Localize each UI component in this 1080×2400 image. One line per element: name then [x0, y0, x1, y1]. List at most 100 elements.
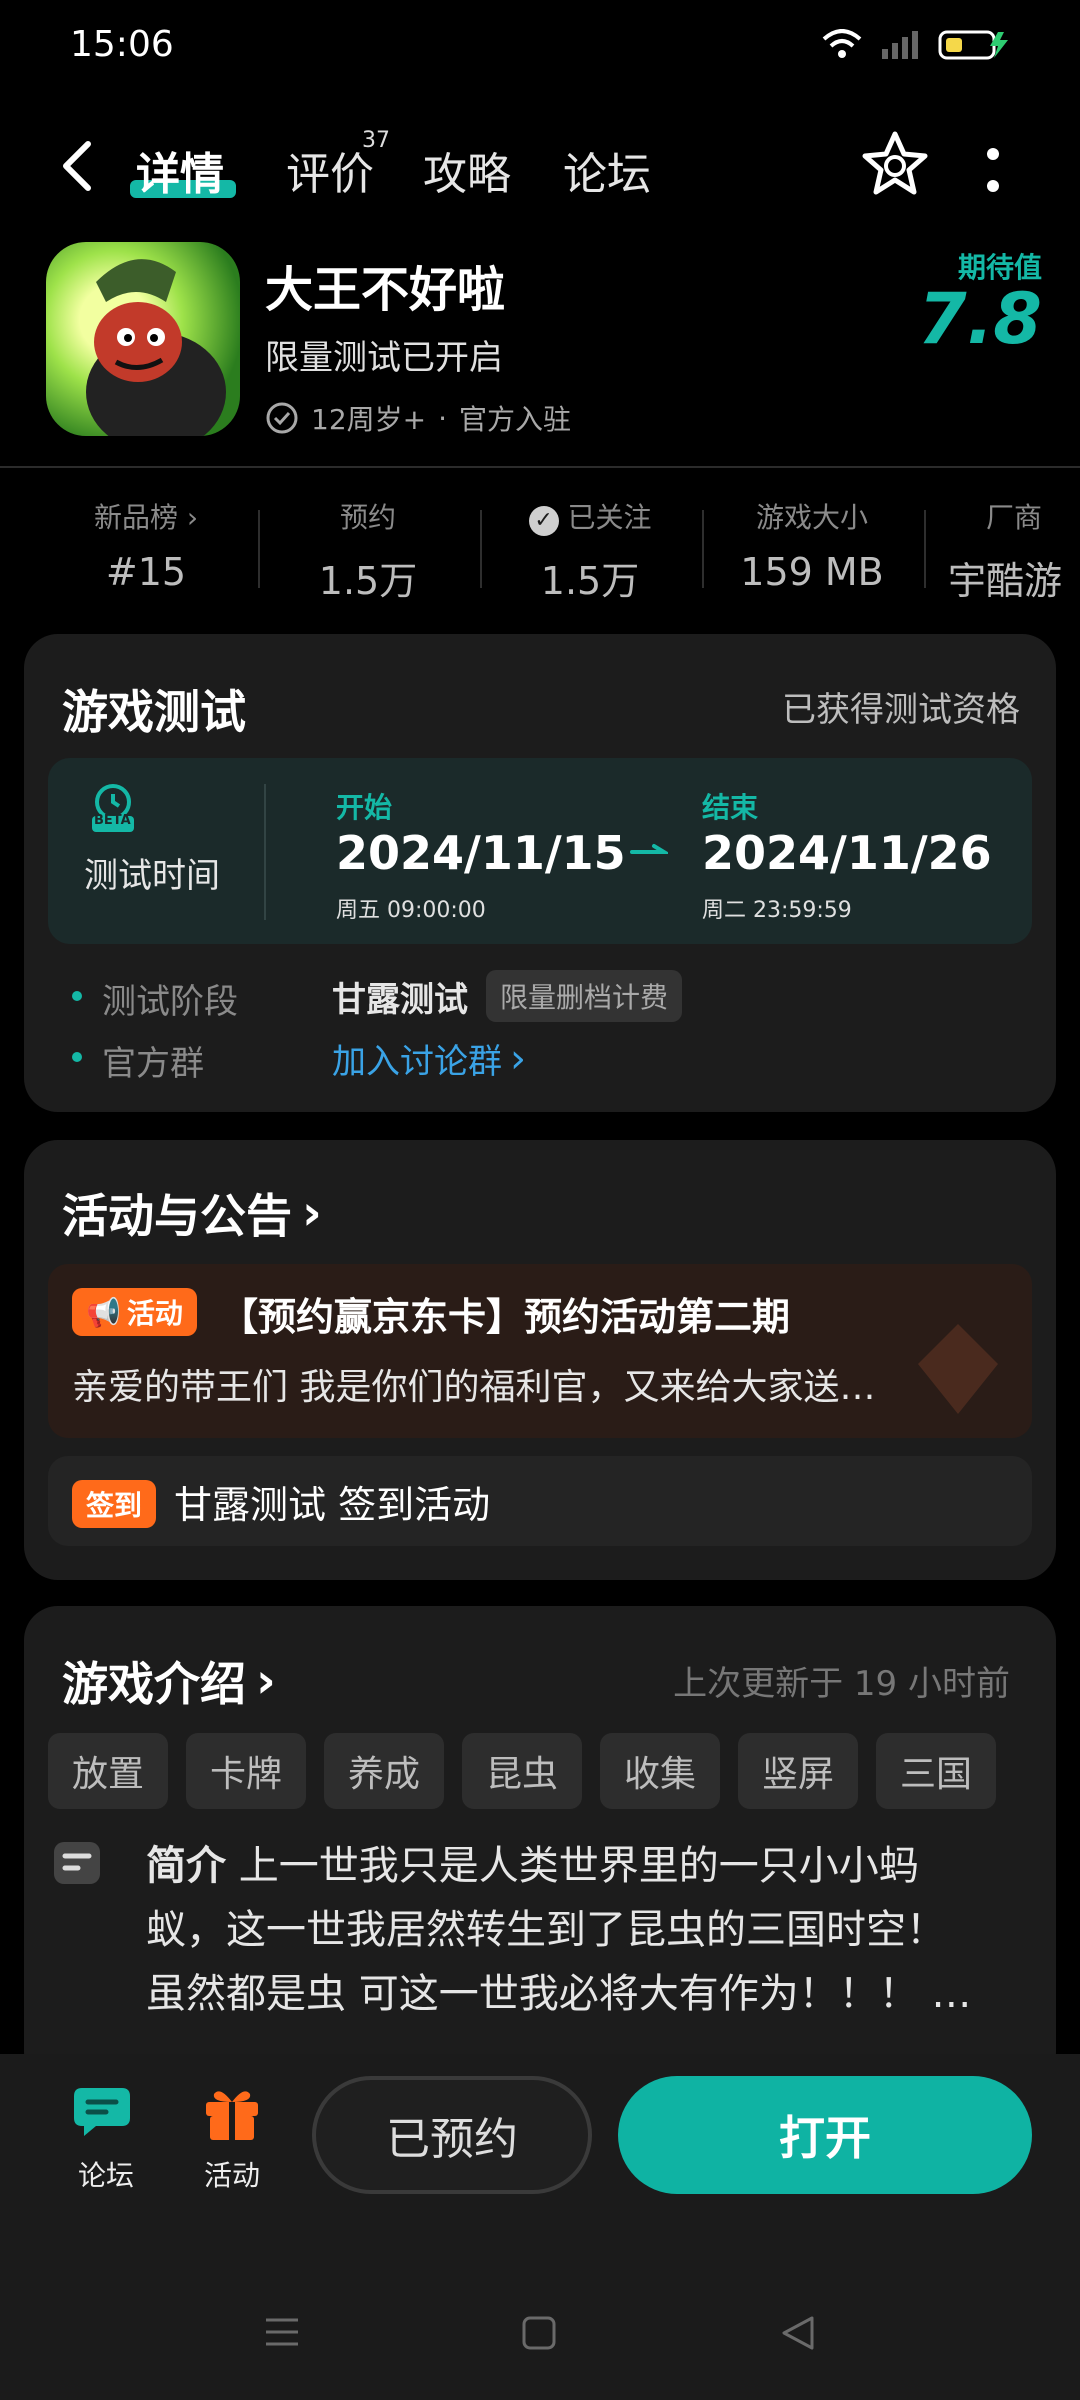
chevron-right-icon: ›	[186, 501, 199, 534]
activity-button[interactable]: 活动	[190, 2084, 274, 2194]
more-icon[interactable]	[985, 146, 1001, 196]
tab-guides[interactable]: 攻略	[423, 138, 511, 202]
signal-icon	[882, 31, 918, 59]
start-label: 开始	[336, 791, 393, 824]
expect-value: 7.8	[917, 278, 1042, 360]
divider	[0, 466, 1080, 468]
stat-game-size: 游戏大小 159 MB	[702, 496, 922, 594]
test-time-label: 测试时间	[84, 856, 220, 896]
chevron-right-icon: ›	[302, 1185, 322, 1241]
stat-value: 1.5万	[540, 559, 640, 603]
forum-button[interactable]: 论坛	[64, 2084, 148, 2194]
stat-label: 预约	[339, 501, 396, 534]
intro-doc-icon	[54, 1842, 100, 1884]
activity-tag-label: 活动	[126, 1297, 183, 1330]
forum-label: 论坛	[77, 2159, 134, 2192]
stat-value: #15	[105, 550, 187, 594]
stat-value: 159 MB	[740, 550, 884, 594]
genre-tag[interactable]: 卡牌	[186, 1733, 306, 1809]
end-date: 2024/11/26	[702, 826, 992, 880]
beta-badge: BETA	[94, 813, 131, 828]
stat-value: 宇酷游	[948, 559, 1063, 603]
check-circle-icon	[266, 402, 298, 434]
bullet-dot	[72, 991, 82, 1001]
stage-value: 甘露测试	[332, 980, 468, 1020]
app-icon	[46, 242, 240, 436]
tab-reviews[interactable]: 评价	[286, 138, 374, 202]
stage-tag: 限量删档计费	[486, 970, 683, 1022]
last-updated: 上次更新于 19 小时前	[673, 1664, 1010, 1704]
age-rating: 12周岁+	[311, 403, 427, 436]
star-favorite-icon[interactable]	[862, 130, 928, 196]
stage-label: 测试阶段	[102, 982, 238, 1022]
stat-separator	[924, 510, 926, 588]
intro-line: 蚁，这一世我居然转生到了昆虫的三国时空！	[146, 1907, 946, 1953]
join-group-text: 加入讨论群	[332, 1042, 502, 1082]
activity-tag: 📢 活动	[72, 1288, 197, 1336]
intro-card-title: 游戏介绍	[62, 1657, 246, 1711]
heart-check-icon: ✓	[528, 506, 559, 536]
status-time: 15:06	[70, 24, 174, 65]
intro-line: 上一世我只是人类世界里的一只小小蚂	[238, 1843, 919, 1889]
gift-icon	[206, 2091, 258, 2140]
chevron-right-icon: ›	[510, 1035, 526, 1082]
back-icon[interactable]	[58, 138, 98, 194]
test-card-title: 游戏测试	[62, 685, 246, 739]
start-detail: 周五 09:00:00	[336, 898, 486, 923]
chevron-right-icon: ›	[256, 1653, 276, 1709]
app-subtitle: 限量测试已开启	[265, 338, 503, 378]
wifi-icon	[822, 29, 862, 58]
menu-icon[interactable]	[262, 2314, 302, 2350]
signin-tag: 签到	[72, 1480, 157, 1528]
qualified-status: 已获得测试资格	[782, 690, 1020, 730]
stat-label: 已关注	[567, 501, 652, 534]
intro-label: 简介	[146, 1843, 226, 1889]
genre-tag[interactable]: 收集	[600, 1733, 720, 1809]
group-label: 官方群	[102, 1044, 204, 1084]
meta-separator: ·	[438, 401, 447, 435]
intro-text: 简介 上一世我只是人类世界里的一只小小蚂 蚁，这一世我居然转生到了昆虫的三国时空…	[146, 1834, 1006, 2026]
activity-watermark-icon	[918, 1324, 998, 1414]
intro-card-header[interactable]: 游戏介绍 ›	[62, 1648, 276, 1714]
genre-tag[interactable]: 放置	[48, 1733, 168, 1809]
intro-line: 虽然都是虫 可这一世我必将大有作为！！！ …	[146, 1971, 972, 2017]
app-title: 大王不好啦	[265, 262, 506, 318]
back-triangle-icon[interactable]	[778, 2314, 818, 2352]
battery-icon	[938, 30, 1008, 60]
genre-tag[interactable]: 三国	[876, 1733, 996, 1809]
start-date: 2024/11/15	[336, 826, 626, 880]
stat-followed[interactable]: ✓ 已关注 1.5万	[480, 496, 700, 605]
signin-title: 甘露测试 签到活动	[174, 1483, 491, 1527]
app-meta: 12周岁+ · 官方入驻	[265, 398, 571, 438]
stat-label: 新品榜	[93, 501, 178, 534]
test-box-separator	[264, 784, 266, 920]
tab-forum[interactable]: 论坛	[563, 138, 651, 202]
activity-card-header[interactable]: 活动与公告 ›	[62, 1180, 322, 1246]
genre-tag[interactable]: 养成	[324, 1733, 444, 1809]
activity-label: 活动	[203, 2159, 260, 2192]
genre-tag[interactable]: 昆虫	[462, 1733, 582, 1809]
activity-card-title: 活动与公告	[62, 1189, 292, 1243]
megaphone-icon: 📢	[86, 1295, 121, 1329]
home-icon[interactable]	[520, 2314, 558, 2352]
stat-new-rank[interactable]: 新品榜 › #15	[36, 496, 256, 594]
tab-details[interactable]: 详情	[136, 138, 224, 202]
stat-value: 1.5万	[318, 559, 418, 603]
stat-developer[interactable]: 厂商 宇酷游	[948, 496, 1080, 605]
stat-label: 厂商	[985, 501, 1042, 534]
official-label: 官方入驻	[459, 403, 572, 436]
activity-desc: 亲爱的带王们 我是你们的福利官，又来给大家送…	[72, 1367, 876, 1408]
forum-chat-icon	[74, 2088, 130, 2136]
join-group-link[interactable]: 加入讨论群 ›	[332, 1034, 526, 1083]
status-icons	[822, 28, 1010, 60]
end-label: 结束	[702, 791, 759, 824]
review-count-badge: 37	[362, 128, 390, 153]
activity-title: 【预约赢京东卡】预约活动第二期	[220, 1295, 791, 1339]
stat-label: 游戏大小	[755, 501, 868, 534]
booked-button[interactable]: 已预约	[312, 2076, 592, 2194]
genre-tag[interactable]: 竖屏	[738, 1733, 858, 1809]
open-button[interactable]: 打开	[618, 2076, 1032, 2194]
arrow-right-icon	[630, 844, 668, 854]
end-detail: 周二 23:59:59	[702, 898, 852, 923]
bullet-dot	[72, 1052, 82, 1062]
